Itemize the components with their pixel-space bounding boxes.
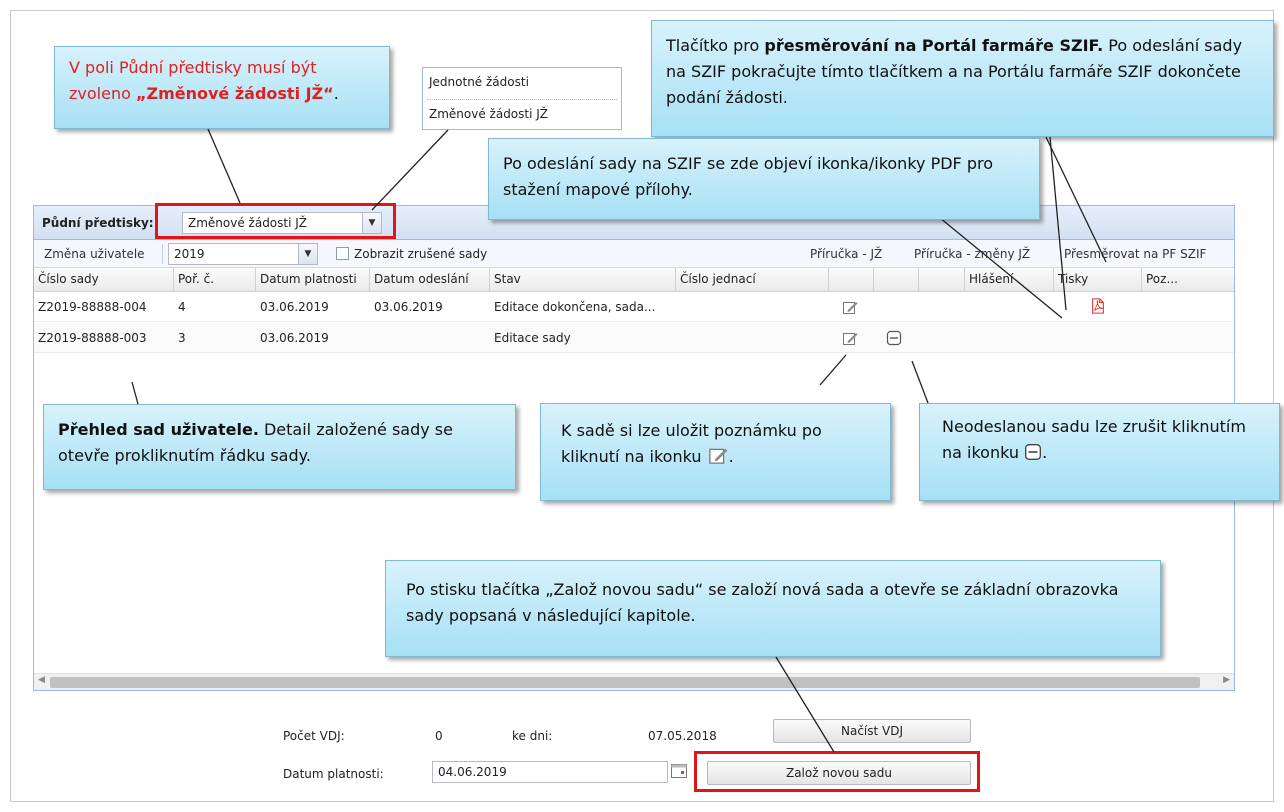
cell-order: 3 xyxy=(178,331,186,345)
callout-text: K sadě si lze uložit poznámku po kliknut… xyxy=(561,421,822,466)
year-select[interactable]: 2019 ▼ xyxy=(168,243,318,265)
new-set-highlight xyxy=(694,751,980,792)
col-header[interactable]: Poř. č. xyxy=(174,268,256,292)
callout-text: Po odeslání sady na SZIF se zde objeví i… xyxy=(503,154,993,199)
option-zmenove[interactable]: Změnové žádosti JŽ xyxy=(429,107,548,121)
cell-state: Editace dokončena, sada... xyxy=(494,300,656,314)
col-header[interactable]: Datum odeslání xyxy=(370,268,490,292)
user-change-link[interactable]: Změna uživatele xyxy=(44,247,145,261)
cell-sent-date xyxy=(370,323,490,353)
select-highlight xyxy=(155,203,396,239)
load-vdj-button[interactable]: Načíst VDJ xyxy=(773,719,971,743)
callout-pdf: Po odeslání sady na SZIF se zde objeví i… xyxy=(488,138,1040,220)
callout-text: . xyxy=(333,84,339,103)
table-row[interactable]: Z2019-88888-004 4 03.06.2019 03.06.2019 … xyxy=(34,292,1234,322)
callout-portal: Tlačítko pro přesměrování na Portál farm… xyxy=(651,20,1274,137)
col-header[interactable]: Číslo jednací xyxy=(676,268,829,292)
chevron-down-icon[interactable]: ▼ xyxy=(298,243,318,265)
edit-note-icon xyxy=(708,448,727,464)
callout-text: Po stisku tlačítka „Založ novou sadu“ se… xyxy=(406,580,1119,625)
cell-sent-date: 03.06.2019 xyxy=(374,300,443,314)
cancel-set-icon xyxy=(1025,444,1042,460)
col-header[interactable] xyxy=(829,268,874,292)
callout-select-note: V poli Půdní předtisky musí být zvoleno … xyxy=(54,46,390,129)
col-header[interactable]: Číslo sady xyxy=(34,268,174,292)
guide-link[interactable]: Příručka - JŽ xyxy=(810,247,882,261)
callout-bold: přesměrování na Portál farmáře SZIF. xyxy=(764,36,1104,55)
col-header[interactable]: Hlášení xyxy=(965,268,1054,292)
callout-text: Neodeslanou sadu lze zrušit kliknutím na… xyxy=(942,417,1246,462)
pudni-predtisky-label: Půdní předtisky: xyxy=(42,216,154,230)
cell-order: 4 xyxy=(178,300,186,314)
col-header[interactable]: Poz... xyxy=(1142,268,1234,292)
scroll-right-icon[interactable]: ▶ xyxy=(1223,675,1230,685)
toolbar-separator xyxy=(162,244,163,264)
edit-note-icon[interactable] xyxy=(842,299,858,315)
edit-note-icon[interactable] xyxy=(842,330,858,346)
callout-overview: Přehled sad uživatele. Detail založené s… xyxy=(43,404,516,490)
options-toolbar: Změna uživatele 2019 ▼ Zobrazit zrušené … xyxy=(34,240,1234,268)
year-value: 2019 xyxy=(174,247,205,261)
callout-text: Tlačítko pro xyxy=(666,36,765,55)
show-cancelled-checkbox[interactable] xyxy=(336,247,349,260)
redirect-pf-szif-link[interactable]: Přesměrovat na PF SZIF xyxy=(1064,247,1206,261)
pudni-options-popup: Jednotné žádosti Změnové žádosti JŽ xyxy=(422,67,622,130)
grid-header: Číslo sady Poř. č. Datum platnosti Datum… xyxy=(34,268,1234,292)
cell-valid-date: 03.06.2019 xyxy=(260,331,329,345)
cell-valid-date: 03.06.2019 xyxy=(260,300,329,314)
table-row[interactable]: Z2019-88888-003 3 03.06.2019 Editace sad… xyxy=(34,323,1234,353)
col-header[interactable]: Tisky xyxy=(1054,268,1142,292)
callout-bold: „Změnové žádosti JŽ“ xyxy=(135,84,334,103)
option-divider xyxy=(427,99,617,100)
cell-set-id: Z2019-88888-003 xyxy=(38,331,147,345)
scroll-left-icon[interactable]: ◀ xyxy=(38,675,45,685)
guide-changes-link[interactable]: Příručka - změny JŽ xyxy=(914,247,1030,261)
col-header[interactable]: Stav xyxy=(490,268,676,292)
cell-state: Editace sady xyxy=(494,331,571,345)
col-header[interactable] xyxy=(874,268,919,292)
option-jednotne[interactable]: Jednotné žádosti xyxy=(429,75,529,89)
vdj-count-value: 0 xyxy=(435,729,443,743)
cell-set-id: Z2019-88888-004 xyxy=(38,300,147,314)
as-of-label: ke dni: xyxy=(512,729,553,743)
vdj-count-label: Počet VDJ: xyxy=(283,729,345,743)
scroll-thumb[interactable] xyxy=(50,677,1200,688)
callout-new-set: Po stisku tlačítka „Založ novou sadu“ se… xyxy=(385,560,1161,657)
valid-date-label: Datum platnosti: xyxy=(283,767,384,781)
cancel-set-icon[interactable] xyxy=(886,330,902,346)
callout-text: . xyxy=(1042,443,1048,462)
valid-date-value: 04.06.2019 xyxy=(438,765,507,779)
valid-date-input[interactable]: 04.06.2019 xyxy=(432,761,668,783)
callout-cancel: Neodeslanou sadu lze zrušit kliknutím na… xyxy=(919,403,1280,501)
callout-note: K sadě si lze uložit poznámku po kliknut… xyxy=(540,403,891,501)
callout-bold: Přehled sad uživatele. xyxy=(58,420,259,439)
callout-text: . xyxy=(728,447,734,466)
as-of-value: 07.05.2018 xyxy=(648,729,717,743)
horizontal-scrollbar[interactable]: ◀ ▶ xyxy=(34,673,1234,690)
col-header[interactable]: Datum platnosti xyxy=(256,268,370,292)
calendar-icon[interactable] xyxy=(670,762,688,780)
show-cancelled-label: Zobrazit zrušené sady xyxy=(354,247,488,261)
col-header[interactable] xyxy=(919,268,965,292)
pdf-icon[interactable] xyxy=(1090,298,1106,314)
